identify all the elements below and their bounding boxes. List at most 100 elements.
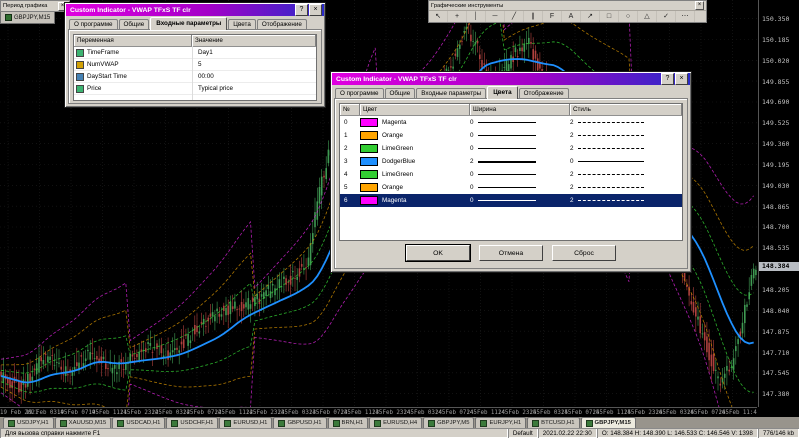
cursor-icon[interactable]: ↖ (429, 11, 448, 22)
list-header: № Цвет Ширина Стиль (340, 104, 682, 116)
color-cell: LimeGreen (360, 144, 470, 153)
chart-tab-GBPJPY,M15[interactable]: GBPJPY,M15 (580, 417, 636, 428)
vertical-line-icon[interactable]: │ (467, 11, 486, 22)
crosshair-icon[interactable]: + (448, 11, 467, 22)
color-row[interactable]: 3 DodgerBlue 2 0 (340, 155, 682, 168)
color-row[interactable]: 5 Orange 0 2 (340, 181, 682, 194)
color-cell: Orange (360, 131, 470, 140)
style-cell: 2 (570, 184, 682, 191)
style-value: 2 (570, 132, 574, 139)
current-price-marker: 148.384 (759, 262, 799, 272)
status-profile[interactable]: Default (508, 428, 538, 438)
ok-button[interactable]: OK (406, 245, 470, 261)
color-row[interactable]: 4 LimeGreen 0 2 (340, 168, 682, 181)
price-label: 150.350 (762, 15, 790, 24)
color-row[interactable]: 6 Magenta 0 2 (340, 194, 682, 207)
colors-tab[interactable]: Цвета (487, 86, 518, 99)
column-style[interactable]: Стиль (570, 104, 682, 115)
dialog-titlebar[interactable]: Custom Indicator - VWAP TFxS TF clr ? × (66, 4, 324, 16)
horizontal-line-icon[interactable]: ─ (486, 11, 505, 22)
column-color[interactable]: Цвет (360, 104, 470, 115)
status-bar: Для вызова справки нажмите F1 Default 20… (0, 428, 799, 438)
price-label: 149.195 (762, 160, 790, 169)
parameter-row[interactable]: TimeFrame Day1 (74, 47, 316, 59)
width-cell: 0 (470, 197, 570, 204)
parameter-name: Price (87, 85, 102, 92)
chart-icon (117, 419, 125, 427)
chart-tab-EURJPY,H1[interactable]: EURJPY,H1 (475, 417, 527, 428)
chart-icon (332, 419, 340, 427)
chart-tab-BTCUSD,H1[interactable]: BTCUSD,H1 (527, 417, 580, 428)
column-width[interactable]: Ширина (470, 104, 570, 115)
price-scale[interactable]: 150.350 150.185 150.020 149.855 149.690 149.5… (758, 0, 799, 407)
style-value: 2 (570, 197, 574, 204)
more-tools-icon[interactable]: ⋯ (676, 11, 695, 22)
chart-tab-GBPJPY,M5[interactable]: GBPJPY,M5 (423, 417, 475, 428)
fibonacci-icon[interactable]: F (543, 11, 562, 22)
equidistant-channel-icon[interactable]: ∥ (524, 11, 543, 22)
price-label: 148.040 (762, 306, 790, 315)
close-icon[interactable]: × (675, 73, 688, 85)
row-index: 5 (344, 184, 348, 191)
chart-icon (585, 419, 593, 427)
dialog-tabs: О программе Общие Входные параметры Цвета От… (66, 16, 324, 30)
color-name: LimeGreen (382, 145, 414, 152)
parameters-list[interactable]: Переменная Значение TimeFrame Day1 NumVWAP… (73, 34, 317, 101)
style-cell: 0 (570, 158, 682, 165)
text-label-icon[interactable]: A (562, 11, 581, 22)
help-icon[interactable]: ? (661, 73, 674, 85)
chart-tab-GBPUSD,H1[interactable]: GBPUSD,H1 (273, 417, 327, 428)
chart-icon (532, 419, 540, 427)
triangle-icon[interactable]: △ (638, 11, 657, 22)
chart-tab-label: GBPJPY,M15 (594, 420, 631, 426)
width-sample (477, 160, 536, 163)
color-cell: LimeGreen (360, 170, 470, 179)
inputs-tab[interactable]: Входные параметры (150, 17, 228, 30)
parameter-row[interactable]: DayStart Time 00:00 (74, 71, 316, 83)
chart-window-tab[interactable]: GBPJPY,M15 (0, 11, 56, 24)
help-icon[interactable]: ? (295, 4, 308, 16)
color-name: DodgerBlue (382, 158, 416, 165)
chart-tab-BRN,H1[interactable]: BRN,H1 (327, 417, 369, 428)
chart-icon (278, 419, 286, 427)
color-row[interactable]: 0 Magenta 0 2 (340, 116, 682, 129)
style-sample (577, 122, 644, 123)
dialog-titlebar[interactable]: Custom Indicator - VWAP TFxS TF clr ? × (332, 73, 690, 85)
color-row[interactable]: 2 LimeGreen 0 2 (340, 142, 682, 155)
reset-button[interactable]: Сброс (552, 245, 616, 261)
colors-list[interactable]: № Цвет Ширина Стиль 0 Magenta 0 2 1 Orange 0 2 2… (339, 103, 683, 241)
price-label: 150.020 (762, 56, 790, 65)
chart-tab-EURUSD,H4[interactable]: EURUSD,H4 (369, 417, 423, 428)
column-divider (192, 46, 193, 100)
close-icon[interactable]: × (309, 4, 322, 16)
chart-tab-label: XAUUSD,M15 (68, 420, 107, 426)
trendline-icon[interactable]: ╱ (505, 11, 524, 22)
width-sample (477, 148, 536, 149)
color-row[interactable]: 1 Orange 0 2 (340, 129, 682, 142)
check-icon[interactable]: ✓ (657, 11, 676, 22)
close-icon[interactable]: × (695, 1, 704, 10)
chart-tab-EURUSD,H1[interactable]: EURUSD,H1 (219, 417, 273, 428)
chart-icon (428, 419, 436, 427)
column-number[interactable]: № (340, 104, 360, 115)
color-swatch (360, 170, 378, 179)
ellipse-icon[interactable]: ○ (619, 11, 638, 22)
chart-tab-label: BRN,H1 (341, 420, 364, 426)
width-cell: 0 (470, 132, 570, 139)
rectangle-icon[interactable]: □ (600, 11, 619, 22)
width-value: 0 (470, 197, 474, 204)
parameter-name: DayStart Time (87, 73, 127, 80)
chart-tab-USDCHF,H1[interactable]: USDCHF,H1 (166, 417, 219, 428)
column-value[interactable]: Значение (192, 35, 316, 46)
style-cell: 2 (570, 132, 682, 139)
column-variable[interactable]: Переменная (74, 35, 192, 46)
style-sample (577, 135, 644, 136)
arrow-icon[interactable]: ↗ (581, 11, 600, 22)
cancel-button[interactable]: Отмена (479, 245, 543, 261)
chart-tab-USDCAD,H1[interactable]: USDCAD,H1 (112, 417, 166, 428)
chart-icon (5, 14, 12, 21)
chart-tab-XAUUSD,M15[interactable]: XAUUSD,M15 (54, 417, 112, 428)
parameter-row[interactable]: NumVWAP 5 (74, 59, 316, 71)
chart-tab-USDJPY,H1[interactable]: USDJPY,H1 (3, 417, 54, 428)
parameter-row[interactable]: Price Typical price (74, 83, 316, 95)
